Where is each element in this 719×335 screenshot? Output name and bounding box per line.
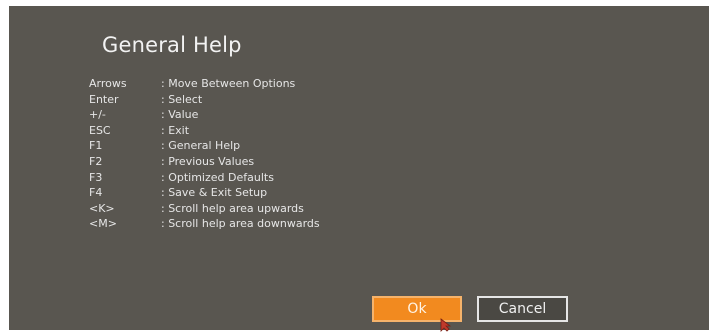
shortcut-key: F2 — [89, 154, 103, 168]
screen: General Help Arrows : Move Between Optio… — [0, 0, 719, 335]
shortcut-key: F3 — [89, 170, 103, 184]
shortcut-description: : Value — [161, 108, 199, 122]
shortcut-key: ESC — [89, 123, 111, 137]
shortcut-key: F4 — [89, 186, 103, 200]
cancel-button[interactable]: Cancel — [477, 296, 568, 322]
shortcut-description: : Select — [161, 92, 203, 106]
shortcut-description: : Scroll help area upwards — [161, 201, 304, 215]
shortcut-description: : General Help — [161, 139, 241, 153]
general-help-dialog: General Help Arrows : Move Between Optio… — [9, 6, 709, 332]
shortcut-key: <M> — [89, 217, 117, 231]
shortcut-key: Arrows — [89, 77, 127, 90]
shortcut-key: Enter — [89, 92, 119, 106]
dialog-title: General Help — [102, 33, 242, 57]
shortcut-description: : Exit — [161, 123, 190, 137]
shortcut-description: : Scroll help area downwards — [161, 217, 320, 231]
shortcut-key: +/- — [89, 108, 106, 122]
shortcut-key: F1 — [89, 139, 103, 153]
shortcut-description: : Previous Values — [161, 154, 255, 168]
mouse-cursor-icon — [440, 318, 452, 332]
shortcut-key: <K> — [89, 201, 115, 215]
shortcut-description: : Move Between Options — [161, 77, 296, 90]
shortcut-description: : Save & Exit Setup — [161, 186, 268, 200]
shortcut-description: : Optimized Defaults — [161, 170, 274, 184]
